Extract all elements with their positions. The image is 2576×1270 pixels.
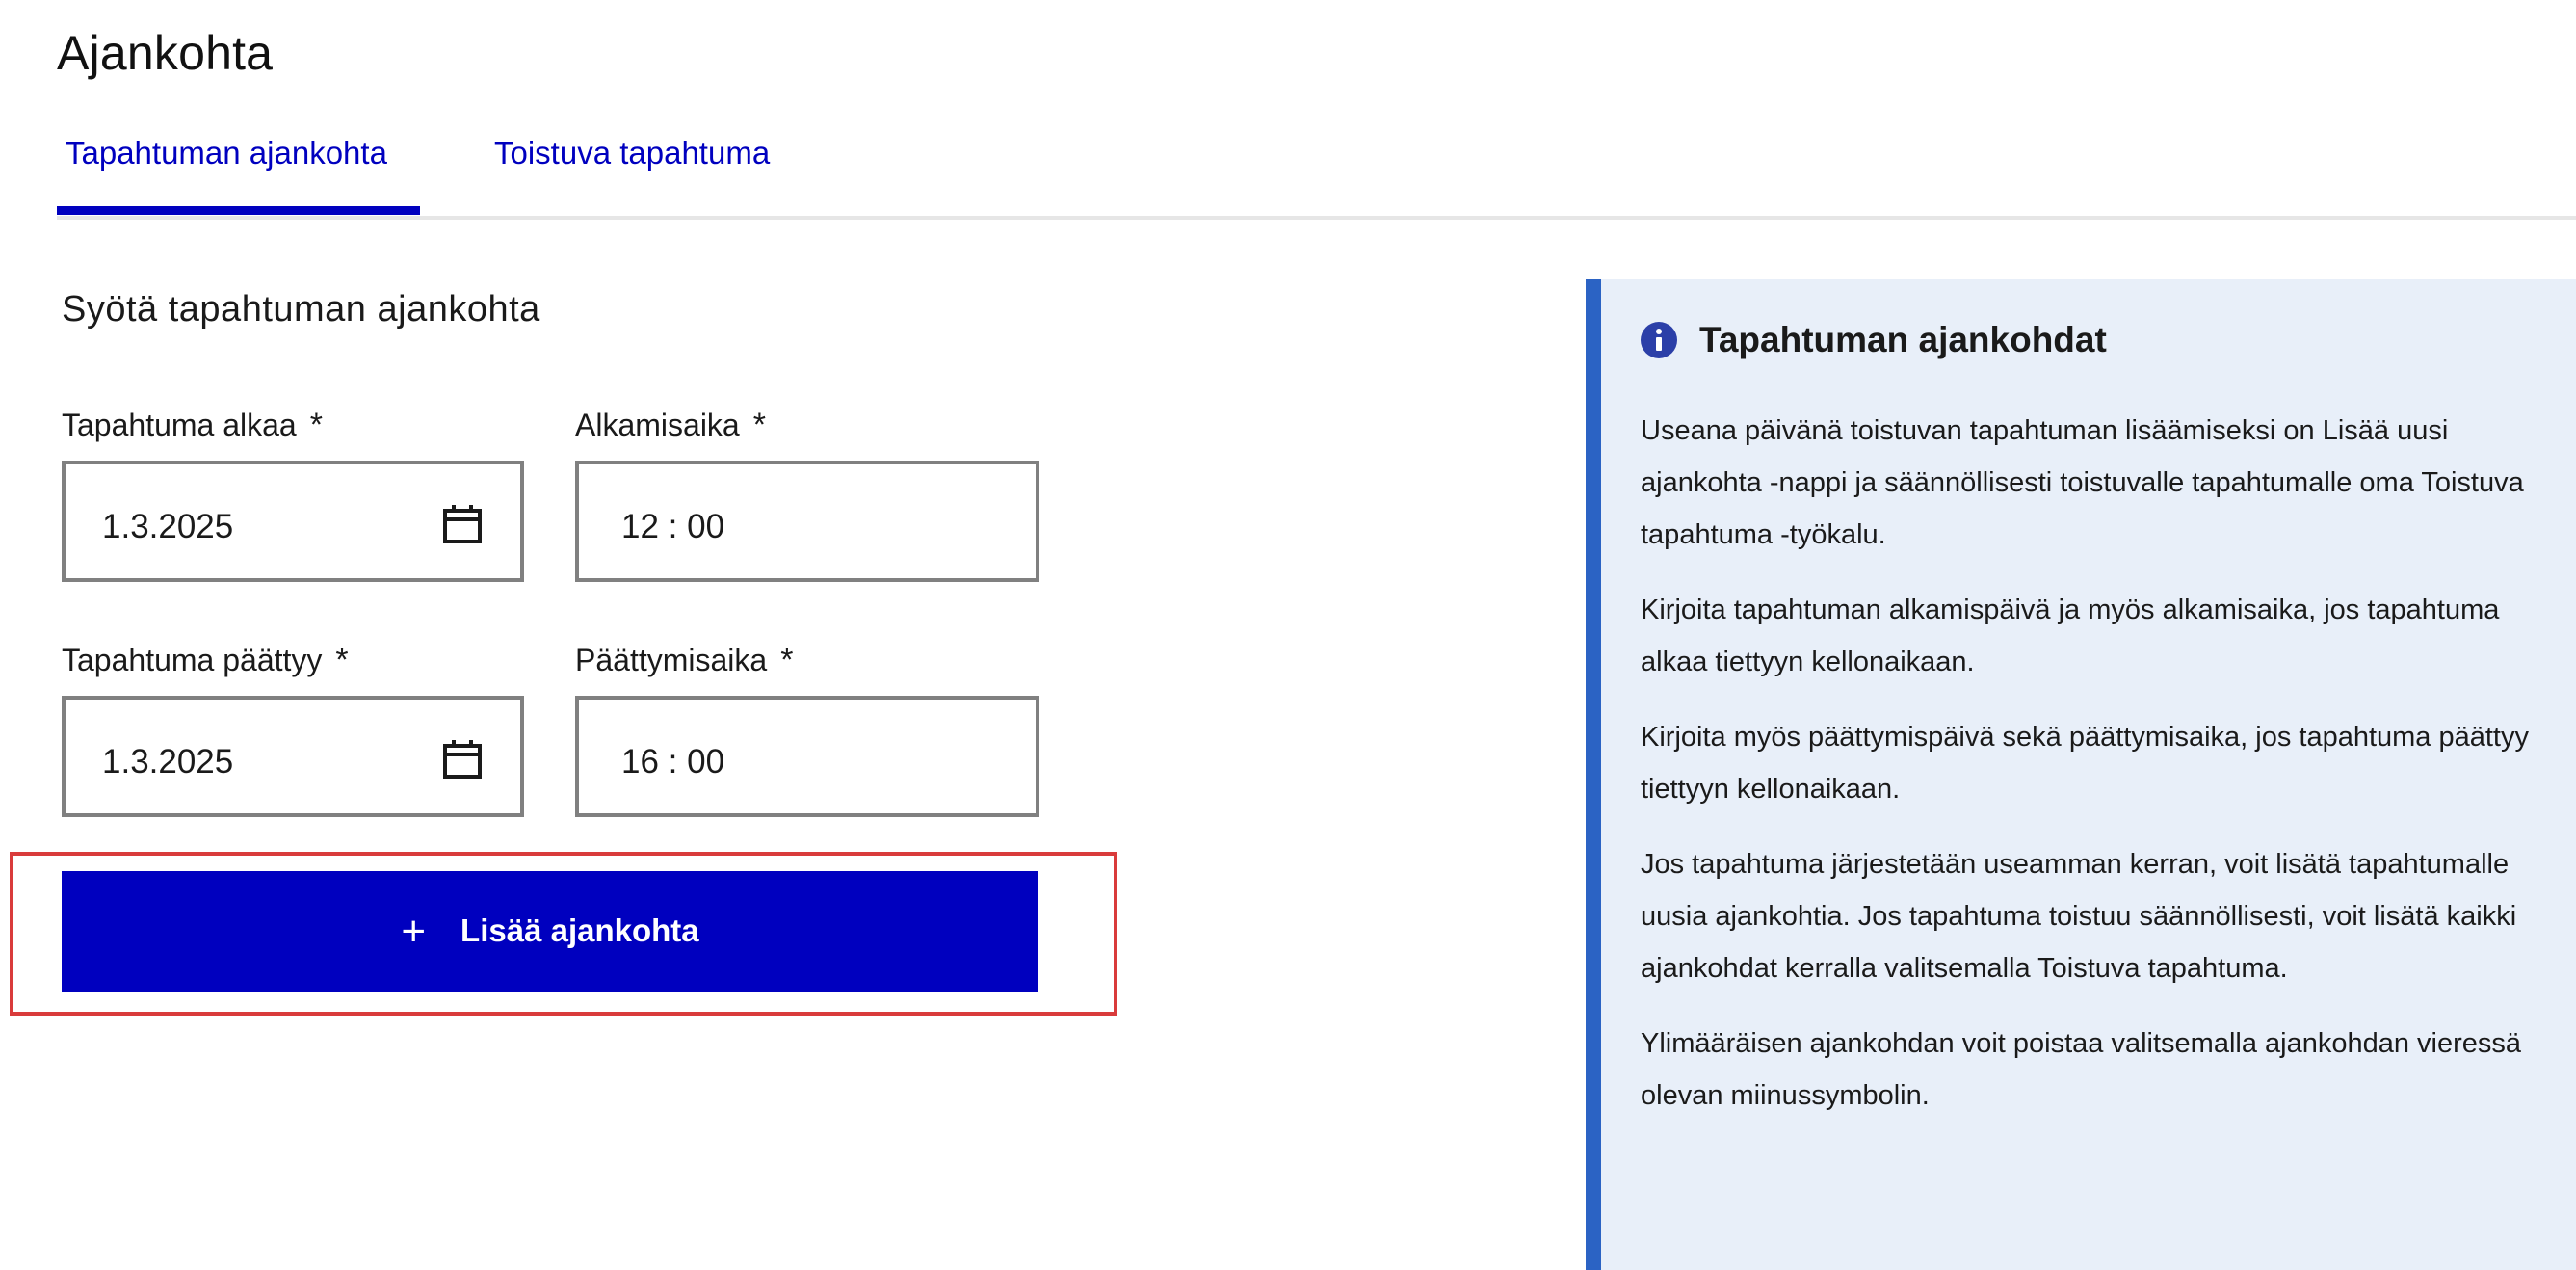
end-date-value: 1.3.2025 <box>102 743 234 781</box>
start-date-input[interactable]: 1.3.2025 <box>62 461 524 582</box>
start-date-label: Tapahtuma alkaa * <box>62 407 323 444</box>
calendar-icon[interactable] <box>441 738 484 781</box>
required-marker: * <box>335 642 349 678</box>
end-time-input[interactable]: 16 : 00 <box>575 696 1039 817</box>
info-panel-body: Useana päivänä toistuvan tapahtuman lisä… <box>1641 405 2556 1145</box>
required-marker: * <box>780 642 794 678</box>
tab-recurring-event[interactable]: Toistuva tapahtuma <box>494 135 770 172</box>
end-date-label-text: Tapahtuma päättyy <box>62 643 323 677</box>
calendar-icon[interactable] <box>441 503 484 545</box>
info-paragraph: Useana päivänä toistuvan tapahtuman lisä… <box>1641 415 2524 550</box>
page: Ajankohta Tapahtuman ajankohta Toistuva … <box>0 0 2576 1270</box>
end-time-value: 16 : 00 <box>621 743 725 781</box>
start-date-value: 1.3.2025 <box>102 508 234 545</box>
start-time-input[interactable]: 12 : 00 <box>575 461 1039 582</box>
end-time-label: Päättymisaika * <box>575 642 793 679</box>
tab-bar: Tapahtuman ajankohta Toistuva tapahtuma <box>57 116 2576 220</box>
end-time-label-text: Päättymisaika <box>575 643 768 677</box>
info-paragraph: Ylimääräisen ajankohdan voit poistaa val… <box>1641 1028 2522 1111</box>
start-time-label: Alkamisaika * <box>575 407 766 444</box>
required-marker: * <box>309 407 323 443</box>
active-tab-indicator <box>57 206 420 215</box>
info-panel-title: Tapahtuman ajankohdat <box>1699 320 2107 359</box>
page-title: Ajankohta <box>57 26 274 80</box>
plus-icon: + <box>401 908 427 955</box>
info-paragraph: Jos tapahtuma järjestetään useamman kerr… <box>1641 849 2517 984</box>
required-marker: * <box>752 407 766 443</box>
tab-event-time[interactable]: Tapahtuman ajankohta <box>66 135 387 172</box>
info-paragraph: Kirjoita tapahtuman alkamispäivä ja myös… <box>1641 595 2500 677</box>
end-date-input[interactable]: 1.3.2025 <box>62 696 524 817</box>
info-icon <box>1641 322 1677 358</box>
section-heading: Syötä tapahtuman ajankohta <box>62 289 540 330</box>
info-panel-header: Tapahtuman ajankohdat <box>1640 320 2107 360</box>
end-date-label: Tapahtuma päättyy * <box>62 642 349 679</box>
info-paragraph: Kirjoita myös päättymispäivä sekä päätty… <box>1641 722 2529 805</box>
start-time-value: 12 : 00 <box>621 508 725 545</box>
info-panel: Tapahtuman ajankohdat Useana päivänä toi… <box>1586 279 2576 1270</box>
start-time-label-text: Alkamisaika <box>575 408 740 442</box>
start-date-label-text: Tapahtuma alkaa <box>62 408 297 442</box>
add-time-button[interactable]: + Lisää ajankohta <box>62 871 1038 992</box>
add-time-button-label: Lisää ajankohta <box>460 913 699 948</box>
